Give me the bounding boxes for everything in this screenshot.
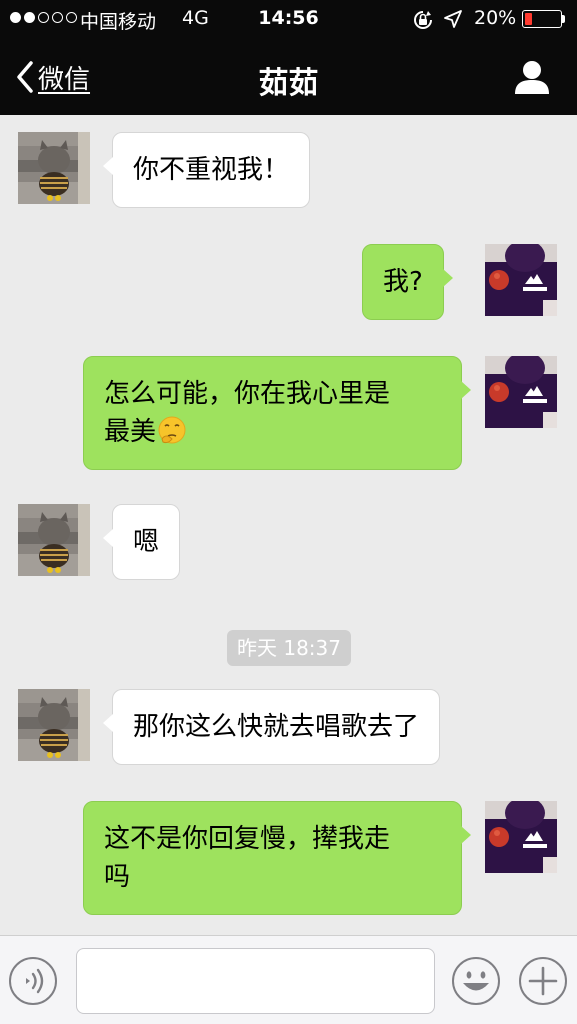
emoji-button[interactable]	[451, 956, 501, 1010]
battery-icon	[522, 10, 562, 28]
chat-title: 茹茹	[258, 66, 319, 101]
message-bubble-outgoing[interactable]: 怎么可能，你在我心里是 最美	[83, 356, 471, 470]
message-text-field[interactable]	[76, 948, 435, 1014]
message-bubble-outgoing[interactable]: 我?	[362, 244, 453, 320]
message-bubble-outgoing[interactable]: 这不是你回复慢，撵我走 吗	[83, 801, 471, 915]
person-icon	[515, 61, 549, 94]
voice-input-button[interactable]	[8, 956, 58, 1010]
chat-info-button[interactable]	[513, 58, 551, 100]
battery-cap	[562, 15, 565, 23]
message-text-line: 最美	[104, 413, 441, 451]
contact-avatar[interactable]	[18, 132, 90, 204]
navigation-bar: 微信 茹茹	[0, 38, 577, 115]
chat-message-list[interactable]: 你不重视我！ 我? 怎么可能，你在我心里是 最美 嗯 昨天 18:37 那你这么…	[0, 115, 577, 935]
message-text-line: 吗	[104, 862, 131, 892]
emoji-icon	[452, 957, 500, 1005]
location-arrow-icon	[443, 9, 463, 34]
voice-icon	[9, 957, 57, 1005]
message-text-line: 怎么可能，你在我心里是	[104, 379, 391, 409]
battery-level-fill	[525, 13, 532, 25]
message-text: 最美	[104, 417, 157, 447]
contact-avatar[interactable]	[18, 504, 90, 576]
message-text: 那你这么快就去唱歌去了	[133, 712, 420, 742]
message-bubble-incoming[interactable]: 你不重视我！	[102, 132, 311, 208]
message-bubble-incoming[interactable]: 嗯	[102, 504, 181, 580]
message-bubble-incoming[interactable]: 那你这么快就去唱歌去了	[102, 689, 441, 765]
message-timestamp: 昨天 18:37	[227, 630, 351, 666]
my-avatar[interactable]	[485, 356, 557, 428]
message-text: 我?	[383, 267, 423, 297]
battery-percent: 20%	[474, 7, 517, 29]
contact-avatar[interactable]	[18, 689, 90, 761]
message-text: 嗯	[133, 527, 160, 557]
plus-icon	[519, 957, 567, 1005]
my-avatar[interactable]	[485, 801, 557, 873]
thinking-face-emoji	[158, 416, 186, 444]
message-text-line: 这不是你回复慢，撵我走	[104, 824, 391, 854]
wechat-chat-screen: 中国移动 4G 14:56 20% 微信 茹茹 你不重视我！ 我? 怎么可能，你…	[0, 0, 577, 1024]
more-actions-button[interactable]	[518, 956, 568, 1010]
my-avatar[interactable]	[485, 244, 557, 316]
message-input-bar	[0, 935, 577, 1024]
rotation-lock-icon	[412, 9, 434, 36]
message-text: 你不重视我！	[133, 155, 290, 185]
status-bar: 中国移动 4G 14:56 20%	[0, 0, 577, 38]
